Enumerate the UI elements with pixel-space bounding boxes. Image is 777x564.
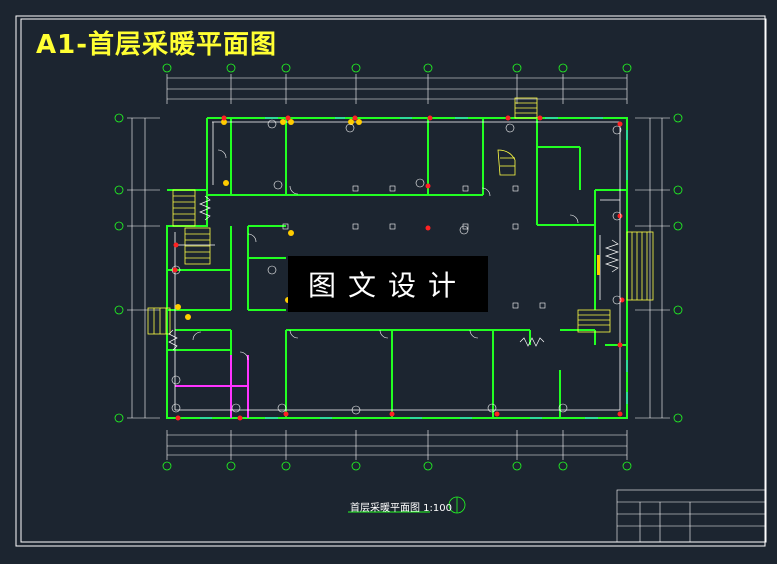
- drawing-title: A1-首层采暖平面图: [36, 30, 278, 60]
- bottom-dimensions: [166, 430, 628, 460]
- title-block: [616, 489, 767, 543]
- watermark-overlay: 图文设计: [288, 256, 488, 312]
- right-dimensions: [635, 117, 670, 419]
- magenta-pipes: [175, 355, 249, 418]
- top-dimensions: [166, 74, 628, 104]
- left-dimensions: [127, 117, 160, 419]
- plan-caption: 首层采暖平面图 1:100: [350, 503, 452, 514]
- door-swings: [192, 149, 579, 361]
